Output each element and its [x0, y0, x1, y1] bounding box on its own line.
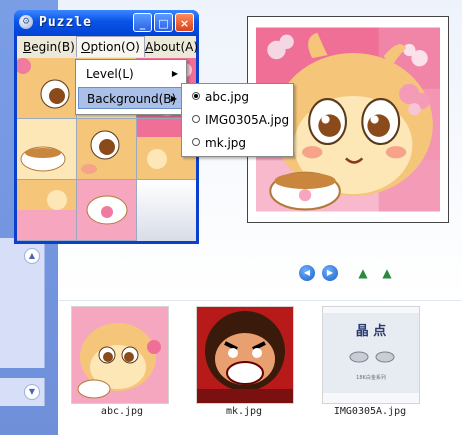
submenu-arrow-icon: ▶ [170, 94, 177, 103]
thumbnail-caption: IMG0305A.jpg [333, 406, 407, 417]
menu-bar: Begin(B) Option(O) About(A) [17, 36, 198, 58]
thumbnail-img0305a[interactable]: 晶 点 18K白金系列 [322, 306, 420, 404]
menu-item-label: Background(B) [87, 92, 177, 106]
jewelry-thumbnail: 晶 点 18K白金系列 [323, 307, 419, 403]
jewelry-footer: 18K白金系列 [356, 374, 386, 381]
puzzle-tile[interactable] [17, 58, 76, 118]
monkey-thumbnail [197, 307, 293, 403]
mascot-thumbnail [72, 307, 168, 403]
rotate-left-icon[interactable]: ▲ [354, 266, 372, 280]
option-menu: Level(L) ▶ Background(B) ▶ [75, 59, 187, 115]
submenu-arrow-icon: ▶ [171, 69, 178, 78]
radio-selected-icon [192, 92, 200, 100]
window-title: Puzzle [39, 15, 92, 30]
menu-item-level[interactable]: Level(L) ▶ [78, 63, 184, 85]
menu-about[interactable]: About(A) [141, 36, 202, 58]
task-pane-section: ▲ [0, 238, 45, 368]
jewelry-heading: 晶 点 [356, 323, 387, 339]
menu-item-abc[interactable]: abc.jpg [184, 86, 291, 108]
thumbnail-caption: mk.jpg [225, 406, 263, 417]
menu-option[interactable]: Option(O) [76, 36, 145, 57]
close-button[interactable]: × [175, 13, 194, 32]
previous-icon[interactable]: ◀ [299, 265, 315, 281]
thumbnail-abc[interactable] [71, 306, 169, 404]
title-bar[interactable]: ⚙ Puzzle _ □ × [14, 10, 199, 36]
empty-tile[interactable] [137, 180, 196, 241]
menu-item-label: mk.jpg [205, 136, 247, 150]
thumbnail-mk[interactable] [196, 306, 294, 404]
menu-item-mk[interactable]: mk.jpg [184, 132, 291, 154]
menu-item-background[interactable]: Background(B) ▶ [78, 87, 184, 109]
puzzle-tile[interactable] [17, 180, 76, 240]
maximize-button[interactable]: □ [154, 13, 173, 32]
radio-unselected-icon [192, 115, 200, 123]
collapse-up-icon[interactable]: ▲ [24, 248, 40, 264]
menu-item-label: IMG0305A.jpg [205, 113, 290, 127]
task-pane-section: ▼ [0, 378, 45, 406]
menu-item-img0305a[interactable]: IMG0305A.jpg [184, 109, 291, 131]
next-icon[interactable]: ▶ [322, 265, 338, 281]
background-submenu: abc.jpg IMG0305A.jpg mk.jpg [181, 83, 294, 157]
menu-begin[interactable]: Begin(B) [19, 36, 79, 58]
minimize-button[interactable]: _ [133, 13, 152, 32]
puzzle-tile[interactable] [77, 180, 136, 240]
menu-item-label: abc.jpg [205, 90, 249, 104]
app-icon[interactable]: ⚙ [19, 15, 33, 29]
thumbnail-caption: abc.jpg [100, 406, 144, 417]
puzzle-tile[interactable] [17, 119, 76, 179]
menu-item-label: Level(L) [86, 67, 134, 81]
expand-down-icon[interactable]: ▼ [24, 384, 40, 400]
rotate-right-icon[interactable]: ▲ [378, 266, 396, 280]
radio-unselected-icon [192, 138, 200, 146]
puzzle-window: ⚙ Puzzle _ □ × Begin(B) Option(O) About(… [14, 10, 199, 244]
puzzle-tile[interactable] [77, 119, 136, 179]
